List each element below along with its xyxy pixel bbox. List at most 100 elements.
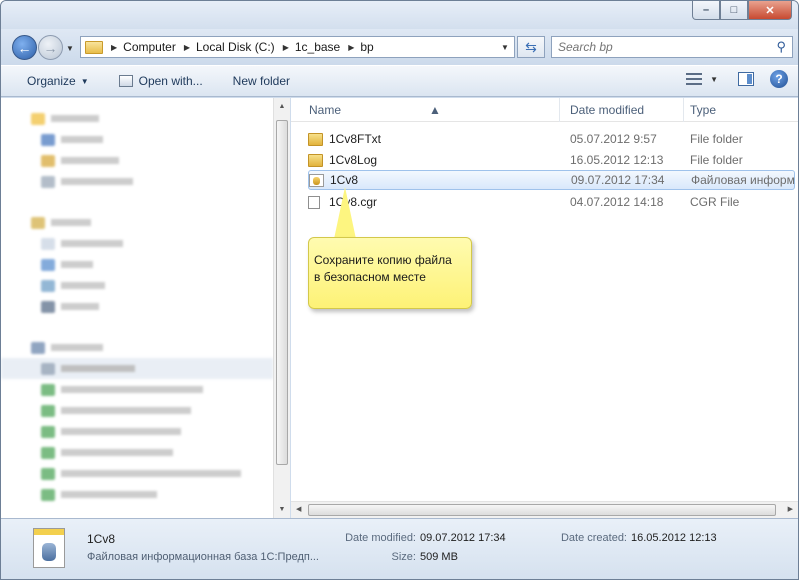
chevron-down-icon: ▼ <box>80 76 89 86</box>
file-row-selected[interactable]: 1Cv8 09.07.2012 17:34 Файловая информ... <box>308 170 796 190</box>
minimize-button[interactable]: – <box>692 1 720 20</box>
nav-favorites[interactable] <box>1 108 273 129</box>
navigation-tree-blurred <box>1 98 273 505</box>
recent-places-icon <box>41 175 55 188</box>
file-row[interactable]: 1Cv8FTxt 05.07.2012 9:57 File folder <box>308 129 795 149</box>
column-headers: ▲ Name Date modified Type <box>291 98 798 122</box>
database-file-large-icon <box>33 528 65 568</box>
new-folder-button[interactable]: New folder <box>225 69 298 93</box>
nav-recent-places[interactable] <box>1 171 273 192</box>
command-bar: Organize ▼ Open with... New folder ▼ ? <box>1 65 798 97</box>
nav-network-drive-5[interactable] <box>1 463 273 484</box>
scrollbar-thumb[interactable] <box>276 120 288 465</box>
nav-network-drive-3[interactable] <box>1 421 273 442</box>
nav-computer[interactable] <box>1 337 273 358</box>
title-bar: – □ ✕ <box>1 1 798 29</box>
help-icon[interactable]: ? <box>770 70 788 88</box>
search-box[interactable]: ⚲ <box>551 36 793 58</box>
details-file-description: Файловая информационная база 1С:Предп... <box>87 551 319 563</box>
date-modified-value: 09.07.2012 17:34 <box>420 532 506 544</box>
open-with-icon <box>118 75 133 87</box>
network-drive-icon <box>41 425 55 438</box>
network-drive-icon <box>41 404 55 417</box>
favorites-star-icon <box>31 112 45 125</box>
nav-local-disk[interactable] <box>1 358 273 379</box>
sort-ascending-icon: ▲ <box>429 103 441 117</box>
scroll-left-icon[interactable]: ◀ <box>296 505 301 513</box>
folder-icon <box>308 132 323 146</box>
documents-icon <box>41 237 55 250</box>
breadcrumb-arrow-icon[interactable]: ▶ <box>283 43 289 52</box>
breadcrumb-arrow-icon[interactable]: ▶ <box>111 43 117 52</box>
caption-buttons: – □ ✕ <box>692 1 792 20</box>
forward-button[interactable]: → <box>38 35 63 60</box>
date-created-value: 16.05.2012 12:13 <box>631 532 717 544</box>
breadcrumb-1c-base[interactable]: ▶ 1c_base <box>275 40 341 54</box>
change-view-icon[interactable] <box>686 73 703 85</box>
address-dropdown[interactable]: ▼ <box>496 37 514 57</box>
refresh-button[interactable]: ⇆ <box>517 36 545 58</box>
nav-videos[interactable] <box>1 296 273 317</box>
desktop-icon <box>41 133 55 146</box>
breadcrumb-computer[interactable]: ▶ Computer <box>103 40 176 54</box>
size-value: 509 MB <box>420 551 458 563</box>
address-bar[interactable]: ▶ Computer ▶ Local Disk (C:) ▶ 1c_base ▶ bp … <box>80 36 515 58</box>
file-row[interactable]: 1Cv8.cgr 04.07.2012 14:18 CGR File <box>308 192 795 212</box>
callout-note: Сохраните копию файла в безопасном месте <box>308 237 472 309</box>
organize-button[interactable]: Organize ▼ <box>19 69 97 93</box>
libraries-icon <box>31 216 45 229</box>
breadcrumb-arrow-icon[interactable]: ▶ <box>348 43 354 52</box>
nav-network-drive-1[interactable] <box>1 379 273 400</box>
nav-documents[interactable] <box>1 233 273 254</box>
column-divider[interactable] <box>559 98 560 122</box>
search-input[interactable] <box>558 40 758 54</box>
music-icon <box>41 258 55 271</box>
nav-network-drive-4[interactable] <box>1 442 273 463</box>
nav-downloads[interactable] <box>1 150 273 171</box>
navigation-pane-scrollbar[interactable]: ▲ ▼ <box>273 98 290 518</box>
forward-arrow-icon: → <box>43 39 58 56</box>
breadcrumb-local-disk[interactable]: ▶ Local Disk (C:) <box>176 40 275 54</box>
view-options-dropdown[interactable]: ▼ <box>710 75 718 84</box>
back-button[interactable]: ← <box>12 35 37 60</box>
explorer-window: – □ ✕ ← → ▼ ▶ Computer ▶ Local Disk (C:) ▶… <box>0 0 799 580</box>
breadcrumb-arrow-icon[interactable]: ▶ <box>184 43 190 52</box>
computer-icon <box>31 341 45 354</box>
scroll-up-icon[interactable]: ▲ <box>274 98 290 115</box>
nav-network-drive-6[interactable] <box>1 484 273 505</box>
nav-pictures[interactable] <box>1 275 273 296</box>
scrollbar-thumb[interactable] <box>308 504 776 516</box>
network-drive-icon <box>41 488 55 501</box>
file-row[interactable]: 1Cv8Log 16.05.2012 12:13 File folder <box>308 150 795 170</box>
recent-pages-dropdown[interactable]: ▼ <box>66 44 74 53</box>
nav-libraries[interactable] <box>1 212 273 233</box>
date-modified-label: Date modified: <box>345 532 416 544</box>
downloads-icon <box>41 154 55 167</box>
refresh-icon: ⇆ <box>525 38 537 55</box>
nav-network-drive-2[interactable] <box>1 400 273 421</box>
folder-icon <box>308 153 323 167</box>
file-list-horizontal-scrollbar[interactable]: ◀ ▶ <box>291 501 798 518</box>
column-header-type[interactable]: Type <box>690 103 716 117</box>
details-file-name: 1Cv8 <box>87 532 116 546</box>
details-pane: 1Cv8 Файловая информационная база 1С:Пре… <box>1 518 798 579</box>
videos-icon <box>41 300 55 313</box>
maximize-button[interactable]: □ <box>720 1 748 20</box>
column-divider[interactable] <box>683 98 684 122</box>
column-header-name[interactable]: Name <box>309 103 341 117</box>
open-with-button[interactable]: Open with... <box>111 69 211 93</box>
column-header-date[interactable]: Date modified <box>570 103 644 117</box>
date-created-label: Date created: <box>560 532 627 544</box>
preview-pane-icon[interactable] <box>738 72 754 86</box>
file-icon <box>308 195 320 209</box>
breadcrumb-bp[interactable]: ▶ bp <box>340 40 374 54</box>
nav-desktop[interactable] <box>1 129 273 150</box>
callout-pointer <box>334 187 356 239</box>
back-arrow-icon: ← <box>17 39 32 56</box>
database-file-icon <box>309 173 324 187</box>
scroll-right-icon[interactable]: ▶ <box>788 505 793 513</box>
scroll-down-icon[interactable]: ▼ <box>274 501 290 518</box>
close-button[interactable]: ✕ <box>748 1 792 20</box>
search-icon[interactable]: ⚲ <box>776 39 786 55</box>
nav-music[interactable] <box>1 254 273 275</box>
